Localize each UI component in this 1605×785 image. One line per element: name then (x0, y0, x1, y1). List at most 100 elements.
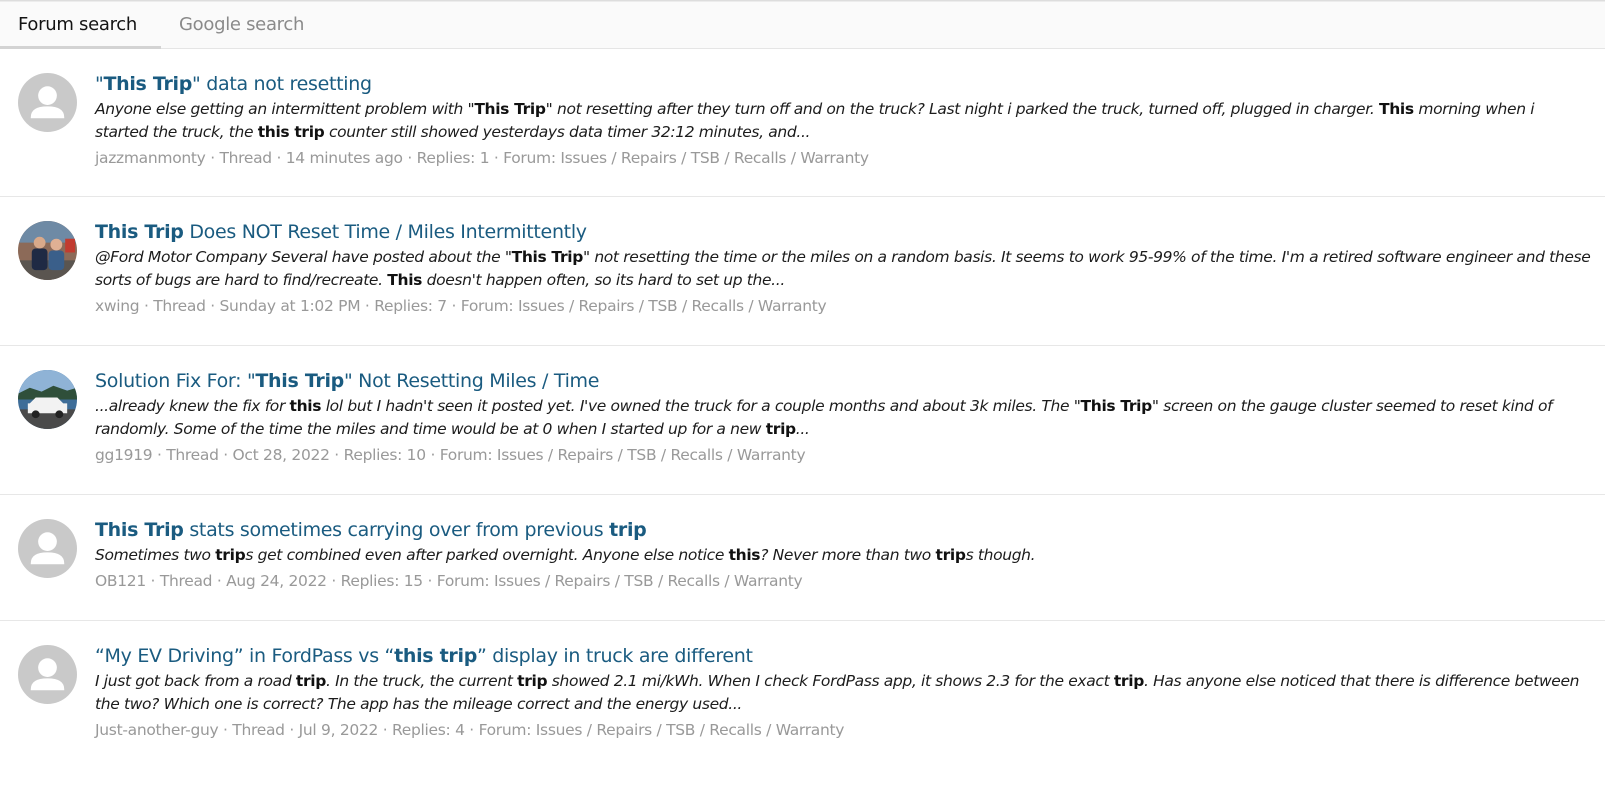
search-term-highlight: This Trip (95, 519, 184, 541)
search-term-highlight: trip (935, 546, 966, 564)
search-term-highlight: This Trip (511, 248, 584, 266)
search-term-highlight: trip (765, 420, 796, 438)
text-segment: " not resetting after they turn off and … (545, 100, 1379, 118)
result-meta: xwing · Thread · Sunday at 1:02 PM · Rep… (95, 297, 827, 315)
text-segment: doesn't happen often, so its hard to set… (422, 271, 786, 289)
text-segment: Anyone else getting an intermittent prob… (95, 100, 475, 118)
search-term-highlight: This Trip (255, 370, 344, 392)
result-forum-link[interactable]: Issues / Repairs / TSB / Recalls / Warra… (518, 297, 827, 315)
text-segment: Solution Fix For: " (95, 370, 256, 392)
search-result: This Trip stats sometimes carrying over … (0, 495, 1605, 621)
result-replies: Replies: 7 (374, 297, 447, 315)
text-segment: . In the truck, the current (325, 672, 518, 690)
avatar[interactable] (18, 221, 77, 280)
text-segment: " data not resetting (192, 73, 372, 95)
result-title[interactable]: This Trip stats sometimes carrying over … (95, 517, 1591, 543)
result-type: Thread (153, 297, 206, 315)
user-photo-avatar (18, 370, 77, 429)
search-term-highlight: This Trip (95, 221, 184, 243)
result-author[interactable]: OB121 (95, 572, 146, 590)
text-segment: ” display in truck are different (477, 645, 753, 667)
result-type: Thread (159, 572, 213, 590)
placeholder-person-icon (18, 519, 77, 578)
result-author[interactable]: Just-another-guy (95, 721, 219, 739)
search-term-highlight: trip (215, 546, 246, 564)
avatar[interactable] (18, 519, 77, 578)
text-segment: counter still showed yesterdays data tim… (324, 123, 811, 141)
search-term-highlight: This (1379, 100, 1414, 118)
text-segment: showed 2.1 mi/kWh. When I check FordPass… (547, 672, 1114, 690)
text-segment: Does NOT Reset Time / Miles Intermittent… (183, 221, 587, 243)
result-forum-prefix: Forum: (439, 446, 493, 464)
search-term-highlight: this (728, 546, 761, 564)
result-forum-link[interactable]: Issues / Repairs / TSB / Recalls / Warra… (536, 721, 845, 739)
text-segment: “My EV Driving” in FordPass vs “ (95, 645, 395, 667)
placeholder-person-icon (18, 73, 77, 132)
search-tabs: Forum search Google search (0, 2, 1605, 49)
search-term-highlight: trip (295, 672, 326, 690)
result-date: 14 minutes ago (285, 149, 403, 167)
result-date: Jul 9, 2022 (298, 721, 379, 739)
result-author[interactable]: xwing (95, 297, 140, 315)
text-segment: I just got back from a road (95, 672, 296, 690)
search-result: This Trip Does NOT Reset Time / Miles In… (0, 197, 1605, 346)
tab-forum-search[interactable]: Forum search (0, 2, 161, 49)
result-author[interactable]: gg1919 (95, 446, 153, 464)
search-results-list: "This Trip" data not resetting Anyone el… (0, 49, 1605, 785)
result-replies: Replies: 4 (391, 721, 465, 739)
result-date: Aug 24, 2022 (226, 572, 327, 590)
result-forum-prefix: Forum: (478, 721, 532, 739)
result-replies: Replies: 15 (340, 572, 424, 590)
result-title[interactable]: This Trip Does NOT Reset Time / Miles In… (95, 219, 1591, 245)
avatar[interactable] (18, 73, 77, 132)
result-forum-link[interactable]: Issues / Repairs / TSB / Recalls / Warra… (497, 446, 806, 464)
text-segment: s get combined even after parked overnig… (245, 546, 729, 564)
tab-google-search[interactable]: Google search (161, 2, 322, 49)
placeholder-person-icon (18, 645, 77, 704)
result-date: Oct 28, 2022 (232, 446, 330, 464)
result-meta: OB121 · Thread · Aug 24, 2022 · Replies:… (95, 572, 803, 590)
search-term-highlight: This Trip (474, 100, 546, 118)
result-author[interactable]: jazzmanmonty (95, 149, 206, 167)
result-forum-link[interactable]: Issues / Repairs / TSB / Recalls / Warra… (560, 149, 869, 167)
search-result: "This Trip" data not resetting Anyone el… (0, 49, 1605, 197)
search-term-highlight: trip (609, 519, 647, 541)
result-date: Sunday at 1:02 PM (219, 297, 361, 315)
search-term-highlight: this trip (394, 645, 477, 667)
result-meta: jazzmanmonty · Thread · 14 minutes ago ·… (95, 149, 869, 167)
text-segment: stats sometimes carrying over from previ… (183, 519, 610, 541)
result-type: Thread (232, 721, 285, 739)
avatar[interactable] (18, 370, 77, 429)
result-type: Thread (219, 149, 272, 167)
result-meta: gg1919 · Thread · Oct 28, 2022 · Replies… (95, 446, 806, 464)
text-segment: ? Never more than two (760, 546, 936, 564)
text-segment: Sometimes two (95, 546, 216, 564)
text-segment: " Not Resetting Miles / Time (343, 370, 600, 392)
result-title[interactable]: "This Trip" data not resetting (95, 71, 1591, 97)
result-snippet: @Ford Motor Company Several have posted … (95, 246, 1591, 292)
search-term-highlight: This Trip (1080, 397, 1153, 415)
result-replies: Replies: 1 (416, 149, 490, 167)
search-term-highlight: trip (1113, 672, 1144, 690)
result-meta: Just-another-guy · Thread · Jul 9, 2022 … (95, 721, 845, 739)
text-segment: ... (795, 420, 810, 438)
search-term-highlight: This (387, 271, 423, 289)
search-result: Solution Fix For: "This Trip" Not Resett… (0, 346, 1605, 495)
result-forum-prefix: Forum: (460, 297, 514, 315)
result-snippet: Sometimes two trips get combined even af… (95, 544, 1591, 567)
result-type: Thread (166, 446, 219, 464)
text-segment: lol but I hadn't seen it posted yet. I'v… (321, 397, 1081, 415)
result-replies: Replies: 10 (343, 446, 427, 464)
result-title[interactable]: Solution Fix For: "This Trip" Not Resett… (95, 368, 1591, 394)
search-term-highlight: This Trip (103, 73, 193, 95)
result-snippet: ...already knew the fix for this lol but… (95, 395, 1591, 441)
result-snippet: Anyone else getting an intermittent prob… (95, 98, 1591, 144)
result-forum-link[interactable]: Issues / Repairs / TSB / Recalls / Warra… (494, 572, 803, 590)
search-term-highlight: this (289, 397, 322, 415)
result-forum-prefix: Forum: (436, 572, 490, 590)
result-title[interactable]: “My EV Driving” in FordPass vs “this tri… (95, 643, 1591, 669)
search-term-highlight: this trip (257, 123, 325, 141)
avatar[interactable] (18, 645, 77, 704)
result-snippet: I just got back from a road trip. In the… (95, 670, 1591, 716)
result-forum-prefix: Forum: (503, 149, 556, 167)
